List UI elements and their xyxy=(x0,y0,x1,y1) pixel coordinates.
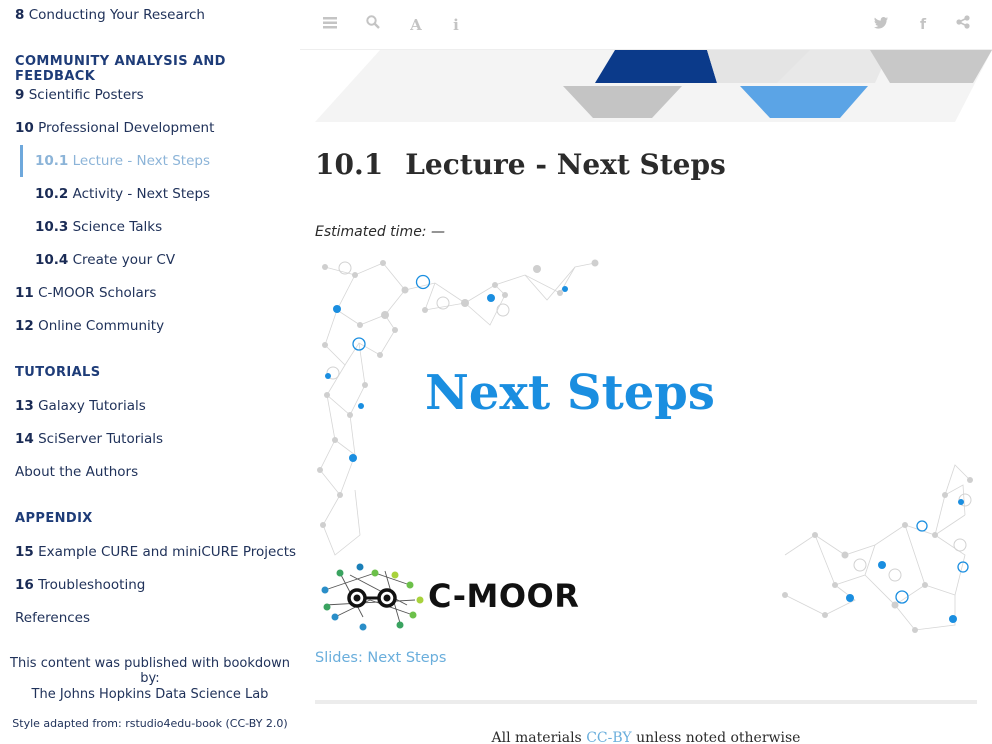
sidebar-item-references[interactable]: References xyxy=(15,610,90,626)
sidebar-item-number: 10 xyxy=(15,120,34,136)
slide-title: Next Steps xyxy=(425,365,715,421)
sidebar-item-label: Science Talks xyxy=(72,219,163,235)
network-decoration xyxy=(317,259,973,633)
sidebar-item-label: Example CURE and miniCURE Projects xyxy=(38,544,297,560)
sidebar-item-number: 9 xyxy=(15,87,25,103)
search-icon[interactable] xyxy=(362,14,384,36)
sidebar-item-10-4[interactable]: 10.4 Create your CV xyxy=(35,252,175,268)
license-link[interactable]: CC-BY xyxy=(586,730,631,744)
section-title: Lecture - Next Steps xyxy=(405,148,726,181)
sidebar-item-about-authors[interactable]: About the Authors xyxy=(15,464,138,480)
sidebar-section-header: TUTORIALS xyxy=(15,365,101,380)
cmoor-logo-text: C-MOOR xyxy=(428,577,580,615)
info-icon[interactable]: i xyxy=(445,14,467,36)
sidebar-item-label: References xyxy=(15,610,91,626)
sidebar-item-15[interactable]: 15 Example CURE and miniCURE Projects xyxy=(15,544,296,560)
sidebar-item-9[interactable]: 9 Scientific Posters xyxy=(15,87,144,103)
style-adapted-text[interactable]: Style adapted from: rstudio4edu-book (CC… xyxy=(0,717,300,730)
sidebar-item-number: 12 xyxy=(15,318,34,334)
slide-image: Next Steps C-MOOR xyxy=(315,255,977,635)
sidebar-item-number: 11 xyxy=(15,285,34,301)
facebook-icon[interactable]: f xyxy=(912,14,934,36)
sidebar-item-label: Conducting Your Research xyxy=(28,7,205,23)
active-indicator xyxy=(20,145,23,177)
sidebar-item-8[interactable]: 8 Conducting Your Research xyxy=(15,7,205,23)
footer-divider xyxy=(315,700,977,704)
sidebar-item-number: 10.4 xyxy=(35,252,69,268)
sidebar-item-number: 15 xyxy=(15,544,34,560)
sidebar-item-16[interactable]: 16 Troubleshooting xyxy=(15,577,145,593)
section-number: 10.1 xyxy=(315,148,384,181)
sidebar-item-label: Galaxy Tutorials xyxy=(38,398,146,414)
sidebar-item-12[interactable]: 12 Online Community xyxy=(15,318,164,334)
sidebar-item-10[interactable]: 10 Professional Development xyxy=(15,120,214,136)
sidebar-section-header: APPENDIX xyxy=(15,511,93,526)
sidebar-item-number: 16 xyxy=(15,577,34,593)
sidebar-item-10-3[interactable]: 10.3 Science Talks xyxy=(35,219,162,235)
sidebar-item-number: 10.3 xyxy=(35,219,69,235)
sidebar-item-10-1[interactable]: 10.1 Lecture - Next Steps xyxy=(35,153,210,169)
sidebar-item-14[interactable]: 14 SciServer Tutorials xyxy=(15,431,163,447)
published-by-text: This content was published with bookdown… xyxy=(10,656,290,686)
slides-link[interactable]: Slides: Next Steps xyxy=(315,650,446,666)
sidebar: 8 Conducting Your Research COMMUNITY ANA… xyxy=(0,0,300,744)
font-icon[interactable]: A xyxy=(405,14,427,36)
sidebar-item-label: Professional Development xyxy=(38,120,215,136)
twitter-icon[interactable] xyxy=(870,14,892,36)
estimated-time: Estimated time: — xyxy=(315,224,445,240)
sidebar-item-number: 10.1 xyxy=(35,153,69,169)
license-prefix: All materials xyxy=(491,730,587,744)
header-banner xyxy=(315,50,992,122)
sidebar-item-number: 10.2 xyxy=(35,186,69,202)
sidebar-item-number: 14 xyxy=(15,431,34,447)
sidebar-item-label: SciServer Tutorials xyxy=(38,431,164,447)
sidebar-item-10-2[interactable]: 10.2 Activity - Next Steps xyxy=(35,186,210,202)
sidebar-item-11[interactable]: 11 C-MOOR Scholars xyxy=(15,285,156,301)
share-icon[interactable] xyxy=(952,14,974,36)
sidebar-item-number: 8 xyxy=(15,7,25,23)
license-note: All materials CC-BY unless noted otherwi… xyxy=(315,730,977,744)
sidebar-item-13[interactable]: 13 Galaxy Tutorials xyxy=(15,398,146,414)
sidebar-item-label: Troubleshooting xyxy=(38,577,146,593)
cmoor-logo-icon xyxy=(321,563,424,631)
jhu-dsl-link[interactable]: The Johns Hopkins Data Science Lab xyxy=(0,687,300,702)
sidebar-item-label: Lecture - Next Steps xyxy=(72,153,210,169)
page-title: 10.1 Lecture - Next Steps xyxy=(315,148,726,181)
sidebar-item-number: 13 xyxy=(15,398,34,414)
license-suffix: unless noted otherwise xyxy=(631,730,801,744)
book-toolbar: A i f xyxy=(300,0,992,50)
sidebar-section-header: COMMUNITY ANALYSIS AND FEEDBACK xyxy=(15,54,226,84)
sidebar-item-label: Activity - Next Steps xyxy=(72,186,211,202)
menu-icon[interactable] xyxy=(319,14,341,36)
sidebar-item-label: Create your CV xyxy=(72,252,176,268)
sidebar-item-label: C-MOOR Scholars xyxy=(38,285,157,301)
sidebar-item-label: Online Community xyxy=(38,318,165,334)
sidebar-item-label: About the Authors xyxy=(15,464,139,480)
sidebar-item-label: Scientific Posters xyxy=(28,87,144,103)
